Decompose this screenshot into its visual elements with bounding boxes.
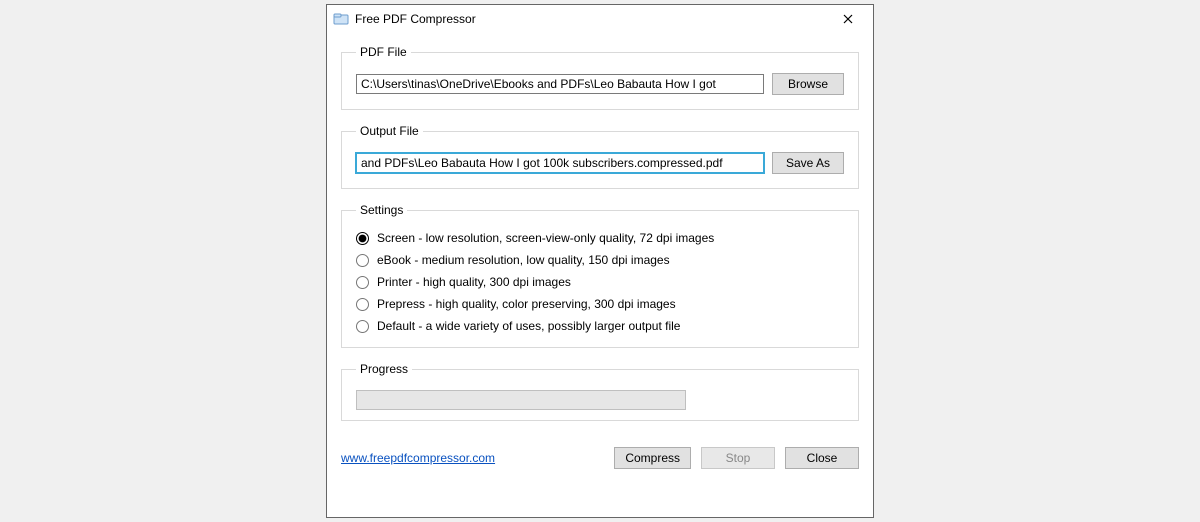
setting-screen-label: Screen - low resolution, screen-view-onl… [377,231,714,245]
browse-button[interactable]: Browse [772,73,844,95]
setting-ebook-label: eBook - medium resolution, low quality, … [377,253,670,267]
group-settings-legend: Settings [356,203,407,217]
pdf-file-input[interactable] [356,74,764,94]
setting-default-radio[interactable] [356,320,369,333]
setting-printer-label: Printer - high quality, 300 dpi images [377,275,571,289]
stop-button: Stop [701,447,775,469]
close-button[interactable]: Close [785,447,859,469]
setting-ebook[interactable]: eBook - medium resolution, low quality, … [356,253,844,267]
compress-button[interactable]: Compress [614,447,691,469]
app-icon [333,11,349,27]
website-link[interactable]: www.freepdfcompressor.com [341,451,495,465]
group-output-file: Output File Save As [341,124,859,189]
setting-default[interactable]: Default - a wide variety of uses, possib… [356,319,844,333]
setting-prepress[interactable]: Prepress - high quality, color preservin… [356,297,844,311]
setting-ebook-radio[interactable] [356,254,369,267]
group-progress: Progress [341,362,859,421]
output-file-input[interactable] [356,153,764,173]
footer: www.freepdfcompressor.com Compress Stop … [327,445,873,469]
group-output-file-legend: Output File [356,124,423,138]
app-window: Free PDF Compressor PDF File Browse Outp… [326,4,874,518]
save-as-button[interactable]: Save As [772,152,844,174]
setting-prepress-radio[interactable] [356,298,369,311]
title-bar[interactable]: Free PDF Compressor [327,5,873,33]
window-title: Free PDF Compressor [355,12,829,26]
group-settings: Settings Screen - low resolution, screen… [341,203,859,348]
setting-printer-radio[interactable] [356,276,369,289]
setting-default-label: Default - a wide variety of uses, possib… [377,319,680,333]
group-pdf-file: PDF File Browse [341,45,859,110]
close-icon[interactable] [829,8,867,30]
group-progress-legend: Progress [356,362,412,376]
setting-prepress-label: Prepress - high quality, color preservin… [377,297,676,311]
setting-screen[interactable]: Screen - low resolution, screen-view-onl… [356,231,844,245]
setting-screen-radio[interactable] [356,232,369,245]
setting-printer[interactable]: Printer - high quality, 300 dpi images [356,275,844,289]
client-area: PDF File Browse Output File Save As Sett… [327,33,873,445]
progress-bar [356,390,686,410]
group-pdf-file-legend: PDF File [356,45,411,59]
